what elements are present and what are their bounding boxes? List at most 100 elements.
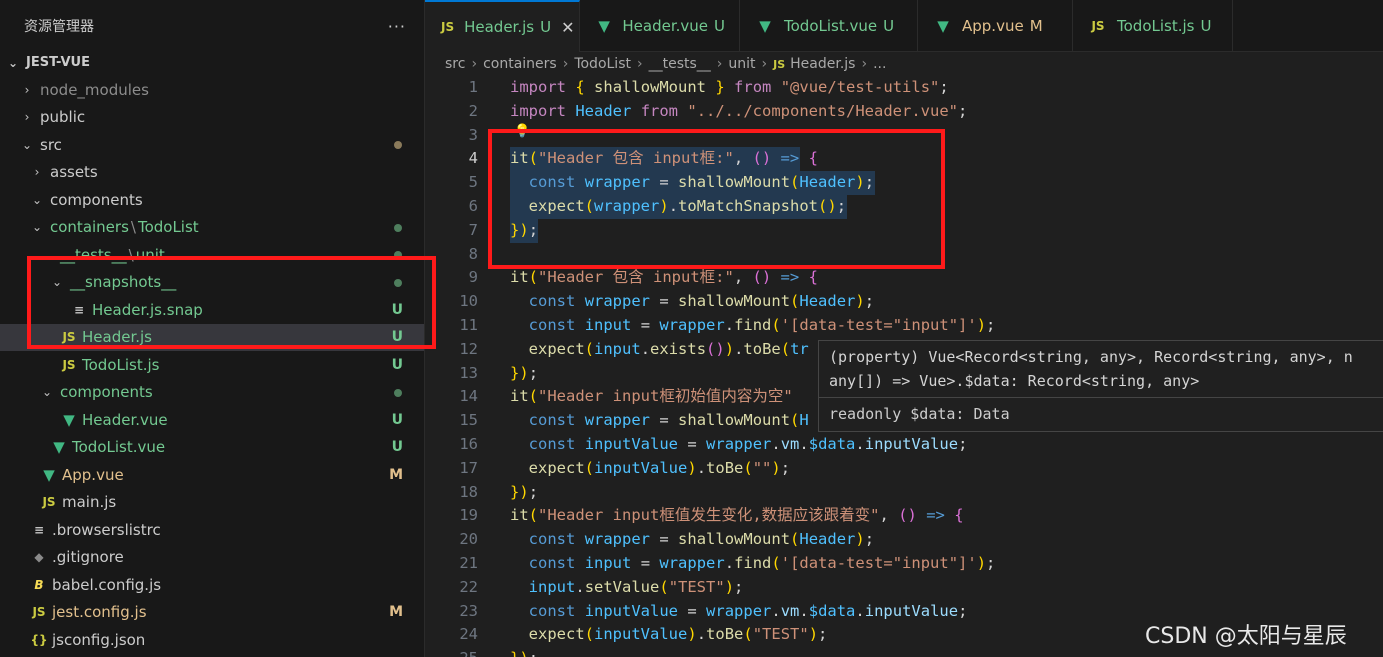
code-text: const input = wrapper.find('[data-test="… bbox=[528, 316, 996, 334]
git-file-icon: ◆ bbox=[34, 550, 44, 564]
line-number: 19 bbox=[459, 506, 478, 525]
code-text: import { shallowMount } from "@vue/test-… bbox=[510, 78, 949, 96]
tree-item-containers[interactable]: ⌄ containers \ TodoList bbox=[0, 214, 424, 241]
tree-item-label: public bbox=[40, 108, 86, 126]
tab-status-badge: U bbox=[883, 17, 895, 35]
js-file-icon: JS bbox=[32, 605, 46, 619]
hover-signature: (property) Vue<Record<string, any>, Reco… bbox=[829, 348, 1353, 390]
tree-item-header-vue[interactable]: ▼ Header.vue U bbox=[0, 406, 424, 433]
more-actions-icon[interactable]: ··· bbox=[388, 17, 406, 36]
breadcrumb: src › containers › TodoList › __tests__ › unit › J… bbox=[445, 52, 886, 76]
git-status-dot bbox=[394, 388, 402, 397]
hover-divider bbox=[819, 397, 1383, 398]
chevron-down-icon: ⌄ bbox=[41, 385, 53, 399]
tab-status-badge: U bbox=[1200, 17, 1212, 35]
highlight-box-code bbox=[488, 129, 945, 269]
code-line: 10 const wrapper = shallowMount(Header); bbox=[425, 290, 1383, 314]
tree-item-node-modules[interactable]: › node_modules bbox=[0, 76, 424, 103]
tree-item-public[interactable]: › public bbox=[0, 104, 424, 131]
tree-item-label: .browserslistrc bbox=[52, 520, 161, 539]
tree-item-main-js[interactable]: JS main.js bbox=[0, 489, 424, 516]
tree-item-browserslistrc[interactable]: ≡ .browserslistrc bbox=[0, 516, 424, 543]
tab-status-badge: U bbox=[714, 17, 725, 35]
breadcrumb-segment[interactable]: src bbox=[445, 56, 465, 72]
code-line: 2 import Header from "../../components/He… bbox=[425, 100, 1383, 124]
line-number: 6 bbox=[468, 197, 478, 215]
tree-item-label: node_modules bbox=[40, 80, 149, 99]
code-text: const input = wrapper.find('[data-test="… bbox=[528, 554, 996, 572]
chevron-down-icon: ⌄ bbox=[7, 55, 19, 70]
tab-status-badge: U bbox=[540, 18, 552, 36]
vue-file-icon: ▼ bbox=[53, 438, 65, 456]
tree-item-assets[interactable]: › assets bbox=[0, 159, 424, 186]
tree-item-components[interactable]: ⌄ components bbox=[0, 186, 424, 213]
code-text: expect(inputValue).toBe(""); bbox=[528, 458, 791, 477]
breadcrumb-segment[interactable]: TodoList bbox=[574, 56, 631, 72]
line-number: 4 bbox=[468, 149, 478, 168]
code-line: 1 import { shallowMount } from "@vue/test… bbox=[425, 76, 1383, 100]
chevron-right-icon: › bbox=[24, 110, 30, 124]
explorer-header: 资源管理器 ··· bbox=[0, 0, 424, 52]
line-number: 23 bbox=[459, 601, 478, 620]
tree-item-label: App.vue bbox=[62, 465, 124, 484]
tab-header-vue[interactable]: ▼ Header.vue U bbox=[580, 0, 740, 52]
git-status-badge: U bbox=[391, 411, 403, 428]
chevron-down-icon: ⌄ bbox=[31, 220, 43, 234]
close-icon[interactable]: ✕ bbox=[561, 18, 574, 37]
path-separator: \ bbox=[130, 218, 136, 236]
vue-file-icon: ▼ bbox=[937, 17, 949, 35]
js-file-icon: JS bbox=[441, 20, 455, 34]
tree-item-todolist-js[interactable]: JS TodoList.js U bbox=[0, 351, 424, 378]
tab-app-vue[interactable]: ▼ App.vue M bbox=[918, 0, 1073, 52]
code-text: }); bbox=[510, 363, 539, 382]
code-text: it("Header 包含 input框:", () => { bbox=[510, 268, 818, 287]
breadcrumb-segment[interactable]: containers bbox=[483, 56, 557, 72]
tree-item-todolist-vue[interactable]: ▼ TodoList.vue U bbox=[0, 434, 424, 461]
code-text: it("Header input框值发生变化,数据应该跟着变", () => { bbox=[510, 506, 964, 525]
code-line: 20 const wrapper = shallowMount(Header); bbox=[425, 528, 1383, 552]
explorer-root[interactable]: ⌄ JEST-VUE bbox=[0, 49, 424, 76]
chevron-right-icon: › bbox=[34, 165, 40, 179]
tree-item-gitignore[interactable]: ◆ .gitignore bbox=[0, 544, 424, 571]
vue-file-icon: ▼ bbox=[63, 410, 75, 429]
js-file-icon: JS bbox=[62, 357, 76, 372]
tree-item-babel-config-js[interactable]: Bbabel.config.js bbox=[0, 571, 424, 598]
breadcrumb-file[interactable]: Header.js bbox=[790, 56, 855, 72]
chevron-right-icon: › bbox=[24, 82, 30, 97]
chevron-right-icon: › bbox=[471, 56, 478, 72]
tree-item-components[interactable]: ⌄ components bbox=[0, 379, 424, 406]
tree-item-label: TodoList.vue bbox=[72, 438, 166, 456]
line-number: 1 bbox=[468, 78, 478, 96]
code-line: 17 expect(inputValue).toBe(""); bbox=[425, 457, 1383, 481]
text-file-icon: ≡ bbox=[33, 522, 45, 537]
js-file-icon: JS bbox=[42, 495, 56, 509]
code-text: import Header from "../../components/Hea… bbox=[510, 101, 968, 120]
breadcrumb-more[interactable]: ... bbox=[873, 56, 886, 72]
chevron-right-icon: › bbox=[761, 56, 768, 72]
code-line: 9 it("Header 包含 input框:", () => { bbox=[425, 266, 1383, 290]
tree-item-src[interactable]: ⌄ src bbox=[0, 131, 424, 158]
line-number: 7 bbox=[468, 220, 478, 239]
code-text: }); bbox=[510, 647, 538, 657]
line-number: 16 bbox=[459, 435, 478, 453]
chevron-right-icon: › bbox=[861, 56, 868, 72]
line-number: 15 bbox=[459, 411, 478, 430]
tree-item-label: main.js bbox=[62, 493, 117, 511]
tree-item-label-compact: TodoList bbox=[137, 218, 199, 236]
tab-header-js[interactable]: JS Header.js U ✕ bbox=[425, 0, 580, 52]
code-text: const inputValue = wrapper.vm.$data.inpu… bbox=[528, 601, 968, 620]
tab-todolist-vue[interactable]: ▼ TodoList.vue U bbox=[740, 0, 918, 52]
breadcrumb-segment[interactable]: unit bbox=[728, 56, 755, 72]
tab-todolist-js[interactable]: JS TodoList.js U bbox=[1073, 0, 1233, 52]
breadcrumb-segment[interactable]: __tests__ bbox=[649, 56, 711, 72]
tree-item-jsconfig-json[interactable]: {} jsconfig.json bbox=[0, 626, 424, 653]
tree-item-app-vue[interactable]: ▼ App.vue M bbox=[0, 461, 424, 488]
tree-item-jest-config-js[interactable]: JS jest.config.js M bbox=[0, 599, 424, 626]
code-text: expect(input.exists()).toBe(tr bbox=[528, 339, 809, 358]
code-text: const wrapper = shallowMount(Header); bbox=[528, 292, 875, 311]
code-text: }); bbox=[510, 482, 539, 501]
chevron-right-icon: › bbox=[562, 56, 569, 72]
highlight-box-files bbox=[27, 256, 436, 349]
code-line: 18}); bbox=[425, 481, 1383, 505]
git-status-badge: M bbox=[389, 466, 403, 483]
